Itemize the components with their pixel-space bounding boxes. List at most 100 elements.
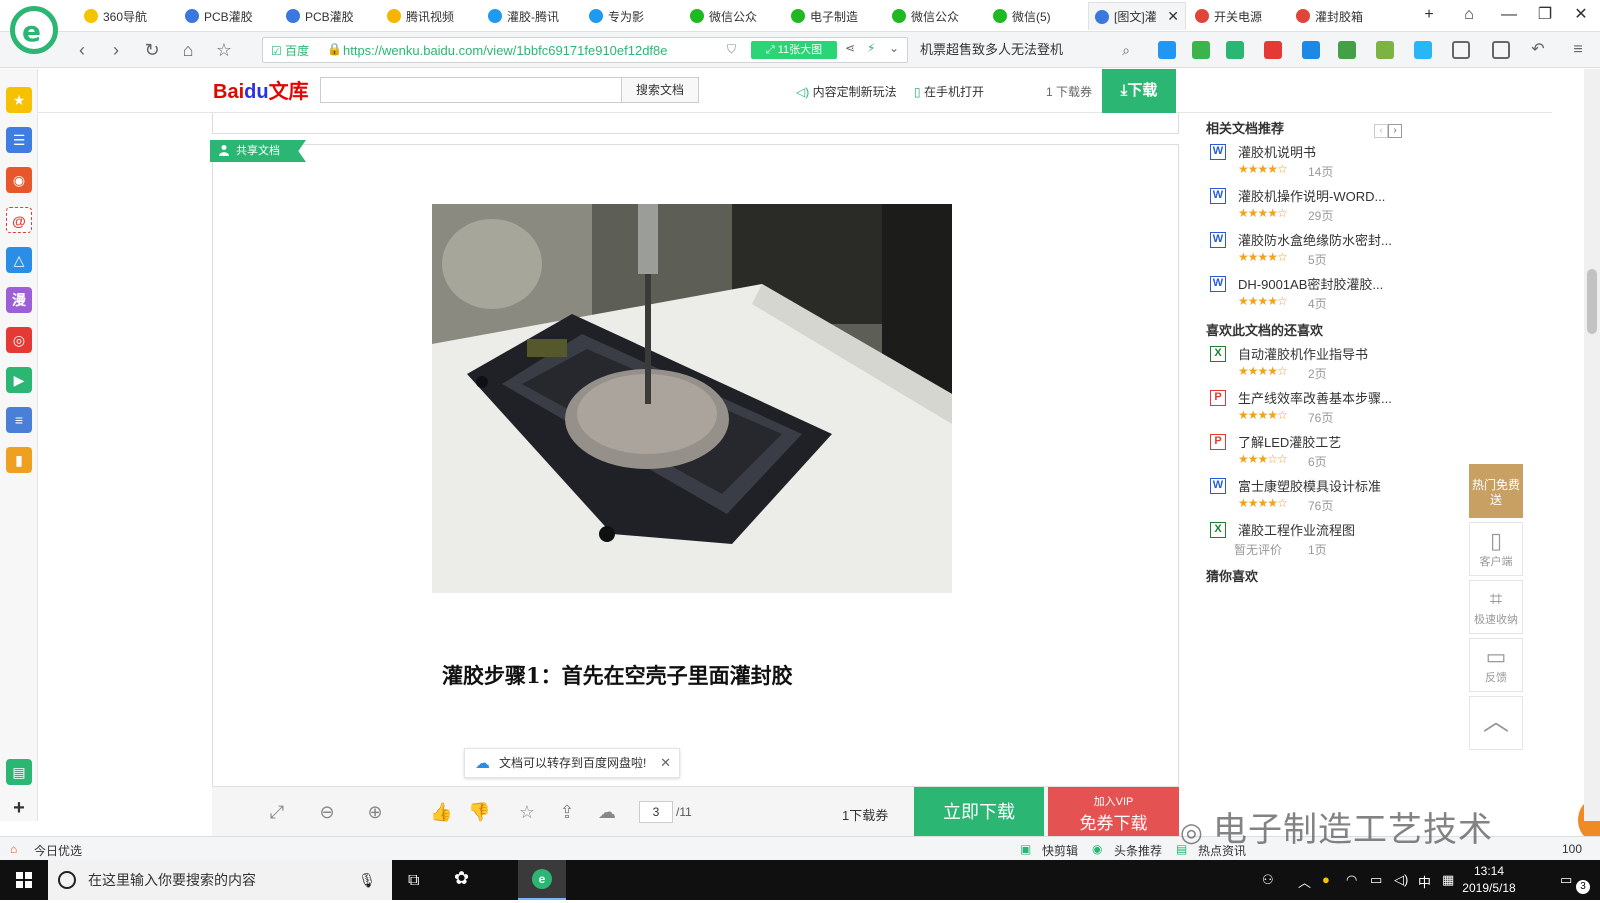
browser-tab[interactable]: 专为影 bbox=[583, 2, 681, 30]
prev-arrow-icon[interactable]: ‹ bbox=[1374, 124, 1388, 138]
scissors-icon[interactable] bbox=[1264, 41, 1282, 59]
video-play-icon[interactable]: ▶ bbox=[6, 367, 32, 393]
favorite-star-icon[interactable]: ☆ bbox=[212, 38, 236, 62]
browser-tab[interactable]: 微信公众 bbox=[684, 2, 782, 30]
doc-list-item[interactable]: W 灌胶机操作说明-WORD... ★★★★☆ 29页 bbox=[1206, 184, 1476, 228]
doc-list-item[interactable]: X 灌胶工程作业流程图 暂无评价 1页 bbox=[1206, 518, 1476, 562]
ime-indicator[interactable]: 中 bbox=[1418, 872, 1431, 891]
doc-search-input[interactable] bbox=[320, 77, 622, 103]
wifi-icon[interactable]: ◠ bbox=[1346, 872, 1357, 888]
add-icon[interactable]: + bbox=[6, 795, 32, 821]
feedback-button[interactable]: ▭ 反馈 bbox=[1469, 638, 1523, 692]
browser-logo[interactable]: e bbox=[10, 6, 58, 54]
lightning-icon[interactable]: ⚡ bbox=[867, 41, 875, 55]
tray-expand-icon[interactable]: ︿ bbox=[1298, 872, 1311, 891]
keyboard-grid-icon[interactable]: ▦ bbox=[1442, 872, 1454, 888]
close-window-button[interactable]: ✕ bbox=[1568, 4, 1594, 26]
cloud-triangle-icon[interactable]: △ bbox=[6, 247, 32, 273]
doc-title-link[interactable]: 了解LED灌胶工艺 bbox=[1238, 432, 1341, 451]
360-tray-icon[interactable]: ● bbox=[1322, 872, 1330, 887]
shield-icon[interactable]: ⛉ bbox=[727, 42, 736, 57]
cloud-drive-icon[interactable] bbox=[1158, 41, 1176, 59]
doc-title-link[interactable]: 富士康塑胶模具设计标准 bbox=[1238, 476, 1381, 495]
taskbar-search-input[interactable]: 在这里输入你要搜索的内容 🎙 bbox=[48, 860, 392, 900]
zoom-level[interactable]: 100 bbox=[1562, 842, 1582, 856]
browser-tab[interactable]: PCB灌胶 bbox=[280, 2, 378, 30]
battery-icon[interactable]: ▭ bbox=[1370, 872, 1382, 888]
cert-badge[interactable]: ☑ 百度 bbox=[271, 42, 309, 59]
search-icon[interactable]: ⌕ bbox=[1114, 38, 1138, 62]
back-icon[interactable]: ‹ bbox=[70, 38, 94, 62]
vip-download-button[interactable]: 加入VIP 免券下载 bbox=[1048, 787, 1179, 837]
magnifier-icon[interactable] bbox=[1302, 41, 1320, 59]
browser-tab[interactable]: 灌胶-腾讯 bbox=[482, 2, 580, 30]
doc-title-link[interactable]: 灌胶工程作业流程图 bbox=[1238, 520, 1355, 539]
client-button[interactable]: ▯ 客户端 bbox=[1469, 522, 1523, 576]
doc-title-link[interactable]: 灌胶机说明书 bbox=[1238, 142, 1316, 161]
thumb-up-icon[interactable]: 👍 bbox=[430, 801, 452, 823]
browser-taskbar-button[interactable]: e bbox=[518, 860, 566, 900]
doc-list-item[interactable]: W 灌胶防水盒绝缘防水密封... ★★★★☆ 5页 bbox=[1206, 228, 1476, 272]
browser-tab[interactable]: 腾讯视频 bbox=[381, 2, 479, 30]
netdisk-icon[interactable]: ☁ bbox=[596, 801, 618, 823]
browser-tab[interactable]: 微信公众 bbox=[886, 2, 984, 30]
notification-icon[interactable]: ▭ bbox=[1560, 872, 1572, 888]
big-picture-button[interactable]: ⤢ 11张大图 bbox=[751, 41, 837, 59]
download-now-button[interactable]: 立即下载 bbox=[914, 787, 1044, 837]
hot-free-button[interactable]: 热门免费送 bbox=[1469, 464, 1523, 518]
weibo-icon[interactable]: ◉ bbox=[6, 167, 32, 193]
browser-tab[interactable]: 360导航 bbox=[78, 2, 176, 30]
system-clock[interactable]: 13:14 2019/5/18 bbox=[1454, 863, 1524, 897]
doc-list-item[interactable]: W 灌胶机说明书 ★★★★☆ 14页 bbox=[1206, 140, 1476, 184]
browser-tab[interactable]: 灌封胶箱 bbox=[1290, 2, 1388, 30]
home-icon[interactable]: ⌂ bbox=[176, 38, 200, 62]
doc-list-item[interactable]: P 生产线效率改善基本步骤... ★★★★☆ 76页 bbox=[1206, 386, 1476, 430]
tab-list-icon[interactable]: ⌂ bbox=[1456, 4, 1482, 26]
share-icon[interactable]: ⋖ bbox=[845, 41, 855, 55]
news-icon[interactable]: ☰ bbox=[6, 127, 32, 153]
browser-search-box[interactable]: 机票超售致多人无法登机 bbox=[920, 37, 1120, 63]
page-number-input[interactable]: 3 bbox=[639, 801, 673, 823]
game-icon[interactable] bbox=[1338, 41, 1356, 59]
notebook-icon[interactable]: ▮ bbox=[6, 447, 32, 473]
volume-icon[interactable]: ◁) bbox=[1394, 872, 1408, 888]
quick-clip-link[interactable]: 快剪辑 bbox=[1042, 842, 1078, 859]
page-scrollbar[interactable] bbox=[1584, 69, 1600, 821]
tablet-icon[interactable] bbox=[1492, 41, 1510, 59]
baidu-wenku-logo[interactable]: Baidu文库 bbox=[213, 75, 309, 104]
headline-link[interactable]: 头条推荐 bbox=[1114, 842, 1162, 859]
comic-icon[interactable]: 漫 bbox=[6, 287, 32, 313]
close-tab-icon[interactable]: ✕ bbox=[1167, 8, 1179, 25]
doc-title-link[interactable]: 自动灌胶机作业指导书 bbox=[1238, 344, 1368, 363]
back-to-top-button[interactable]: ︿ bbox=[1469, 696, 1523, 750]
today-picks[interactable]: 今日优选 bbox=[34, 842, 82, 859]
doc-list-item[interactable]: W DH-9001AB密封胶灌胶... ★★★★☆ 4页 bbox=[1206, 272, 1476, 316]
zoom-out-icon[interactable]: ⊖ bbox=[316, 801, 338, 823]
people-icon[interactable]: ⚇ bbox=[1262, 872, 1274, 888]
document-icon[interactable]: ≡ bbox=[6, 407, 32, 433]
apps-grid-icon[interactable] bbox=[1452, 41, 1470, 59]
fullscreen-icon[interactable]: ⤢ bbox=[266, 801, 288, 823]
minimize-button[interactable]: — bbox=[1496, 4, 1522, 26]
task-view-icon[interactable]: ⧉ bbox=[408, 872, 419, 890]
reader-icon[interactable] bbox=[1192, 41, 1210, 59]
next-arrow-icon[interactable]: › bbox=[1388, 124, 1402, 138]
menu-icon[interactable]: ≡ bbox=[1566, 38, 1590, 62]
close-tip-icon[interactable]: ✕ bbox=[660, 749, 671, 777]
clipboard-icon[interactable]: ▤ bbox=[6, 759, 32, 785]
doc-list-item[interactable]: X 自动灌胶机作业指导书 ★★★★☆ 2页 bbox=[1206, 342, 1476, 386]
doc-search-button[interactable]: 搜索文档 bbox=[621, 77, 699, 103]
pinwheel-icon[interactable]: ✿ bbox=[454, 868, 469, 889]
forward-icon[interactable]: › bbox=[104, 38, 128, 62]
address-bar[interactable]: ☑ 百度 🔒 https://wenku.baidu.com/view/1bbf… bbox=[262, 37, 908, 63]
doc-title-link[interactable]: 生产线效率改善基本步骤... bbox=[1238, 388, 1392, 407]
open-on-phone-link[interactable]: ▯ 在手机打开 bbox=[914, 83, 984, 100]
custom-content-link[interactable]: ◁) 内容定制新玩法 bbox=[796, 83, 897, 100]
browser-tab[interactable]: 电子制造 bbox=[785, 2, 883, 30]
header-download-button[interactable]: ⤓下载 bbox=[1102, 69, 1176, 113]
translate-icon[interactable] bbox=[1226, 41, 1244, 59]
url-text[interactable]: https://wenku.baidu.com/view/1bbfc69171f… bbox=[343, 43, 713, 58]
scroll-thumb[interactable] bbox=[1587, 269, 1597, 334]
thumb-down-icon[interactable]: 👎 bbox=[468, 801, 490, 823]
restore-button[interactable]: ❐ bbox=[1532, 4, 1558, 26]
